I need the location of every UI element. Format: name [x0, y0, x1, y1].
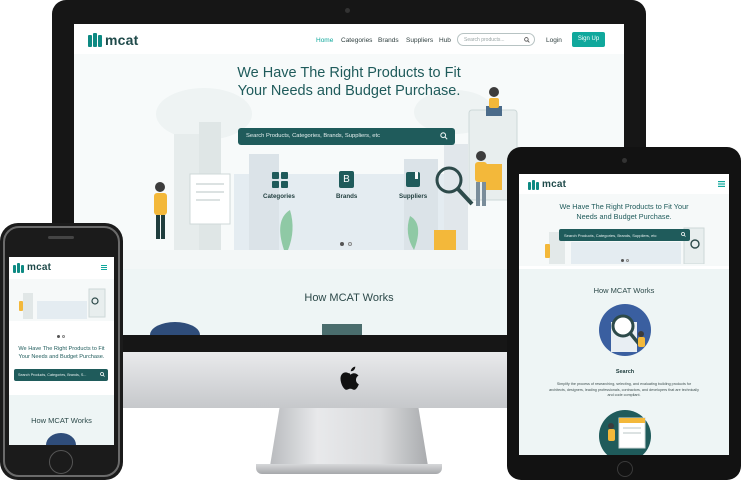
hero-title-line1: We Have The Right Products to Fit — [237, 65, 461, 81]
search-icon[interactable] — [440, 132, 448, 140]
phone-search-placeholder: Search Products, Categories, Brands, S..… — [18, 373, 87, 377]
hero-search-placeholder: Search Products, Categories, Brands, Sup… — [246, 133, 381, 139]
phone-search-input[interactable]: Search Products, Categories, Brands, S..… — [14, 369, 108, 381]
tablet-home-button[interactable] — [617, 461, 633, 477]
grid-icon[interactable] — [272, 172, 288, 188]
camera-icon — [345, 8, 350, 13]
phone-hero-title: We Have The Right Products to Fit Your N… — [9, 345, 114, 361]
hero-title-line2: Your Needs and Budget Purchase. — [18, 354, 105, 360]
nav-search-placeholder: Search products... — [464, 37, 505, 43]
tablet-search-input[interactable]: Search Products, Categories, Brands, Sup… — [559, 229, 690, 241]
brand-name: mcat — [27, 262, 52, 273]
carousel-dot-active[interactable] — [621, 259, 624, 262]
hero-title: We Have The Right Products to Fit Your N… — [194, 64, 504, 100]
carousel-dot[interactable] — [626, 259, 629, 262]
search-icon — [524, 37, 530, 43]
brand-b-icon[interactable]: B — [339, 171, 354, 188]
carousel-dot-active[interactable] — [57, 335, 60, 338]
tablet-how-title: How MCAT Works — [593, 286, 655, 295]
certification-step-illustration — [599, 410, 651, 455]
categories-link[interactable]: Categories — [263, 193, 295, 200]
step-text-line3: and code compliant. — [607, 393, 641, 397]
hero-title-line1: We Have The Right Products to Fit — [18, 346, 105, 352]
phone-home-button[interactable] — [49, 450, 73, 474]
book-icon[interactable] — [405, 171, 421, 188]
speaker-icon — [48, 236, 74, 239]
search-icon[interactable] — [681, 232, 686, 237]
hero-search-input[interactable]: Search Products, Categories, Brands, Sup… — [238, 128, 455, 145]
apple-logo-icon — [340, 366, 359, 390]
desktop-navbar: mcat Home Categories Brands Suppliers Hu… — [74, 24, 624, 54]
search-step-illustration — [599, 304, 651, 356]
hero-title-line2: Your Needs and Budget Purchase. — [237, 83, 461, 99]
carousel-dot-active[interactable] — [340, 242, 344, 246]
imac-foot — [256, 464, 442, 474]
nav-brands-link[interactable]: Brands — [378, 37, 399, 44]
signup-button[interactable]: Sign Up — [572, 32, 605, 47]
carousel-dot[interactable] — [348, 242, 352, 246]
nav-hub-link[interactable]: Hub — [439, 37, 451, 44]
login-link[interactable]: Login — [546, 37, 562, 44]
how-title: How MCAT Works — [304, 292, 394, 304]
search-icon[interactable] — [100, 372, 105, 377]
brand-logo[interactable]: mcat — [88, 32, 138, 48]
nav-home-link[interactable]: Home — [316, 37, 333, 44]
brands-link[interactable]: Brands — [336, 193, 357, 200]
imac-stand — [270, 408, 428, 466]
step-illustration — [46, 433, 76, 445]
step-title: Search — [615, 369, 635, 375]
hero-title-line2: Needs and Budget Purchase. — [576, 211, 672, 221]
camera-icon — [622, 158, 627, 163]
step-illustration — [150, 322, 200, 335]
hamburger-menu-icon[interactable] — [101, 265, 107, 270]
nav-categories-link[interactable]: Categories — [341, 37, 372, 44]
logo-book-icon — [528, 179, 539, 190]
brand-name: mcat — [105, 32, 139, 48]
phone-website: mcat We Have The Right Products to Fit Y… — [9, 257, 114, 445]
logo-book-icon — [88, 33, 102, 47]
tablet-website: mcat We Have The Right Products to Fit Y… — [519, 174, 729, 455]
nav-search-input[interactable]: Search products... — [457, 33, 535, 46]
hero-illustration — [19, 288, 106, 319]
brand-name: mcat — [542, 179, 567, 190]
suppliers-link[interactable]: Suppliers — [399, 193, 427, 200]
tablet-hero-title: We Have The Right Products to Fit Your N… — [539, 202, 709, 221]
brand-logo[interactable]: mcat — [13, 262, 51, 273]
brand-logo[interactable]: mcat — [528, 179, 566, 190]
step-description: Simplify the process of researching, sel… — [527, 382, 721, 399]
phone-how-title: How MCAT Works — [31, 416, 92, 425]
nav-suppliers-link[interactable]: Suppliers — [406, 37, 433, 44]
carousel-dot[interactable] — [62, 335, 65, 338]
tablet-search-placeholder: Search Products, Categories, Brands, Sup… — [564, 233, 657, 238]
step-illustration — [322, 324, 362, 335]
logo-book-icon — [13, 262, 24, 273]
hamburger-menu-icon[interactable] — [718, 181, 725, 187]
hero-title-line1: We Have The Right Products to Fit Your — [559, 202, 689, 211]
